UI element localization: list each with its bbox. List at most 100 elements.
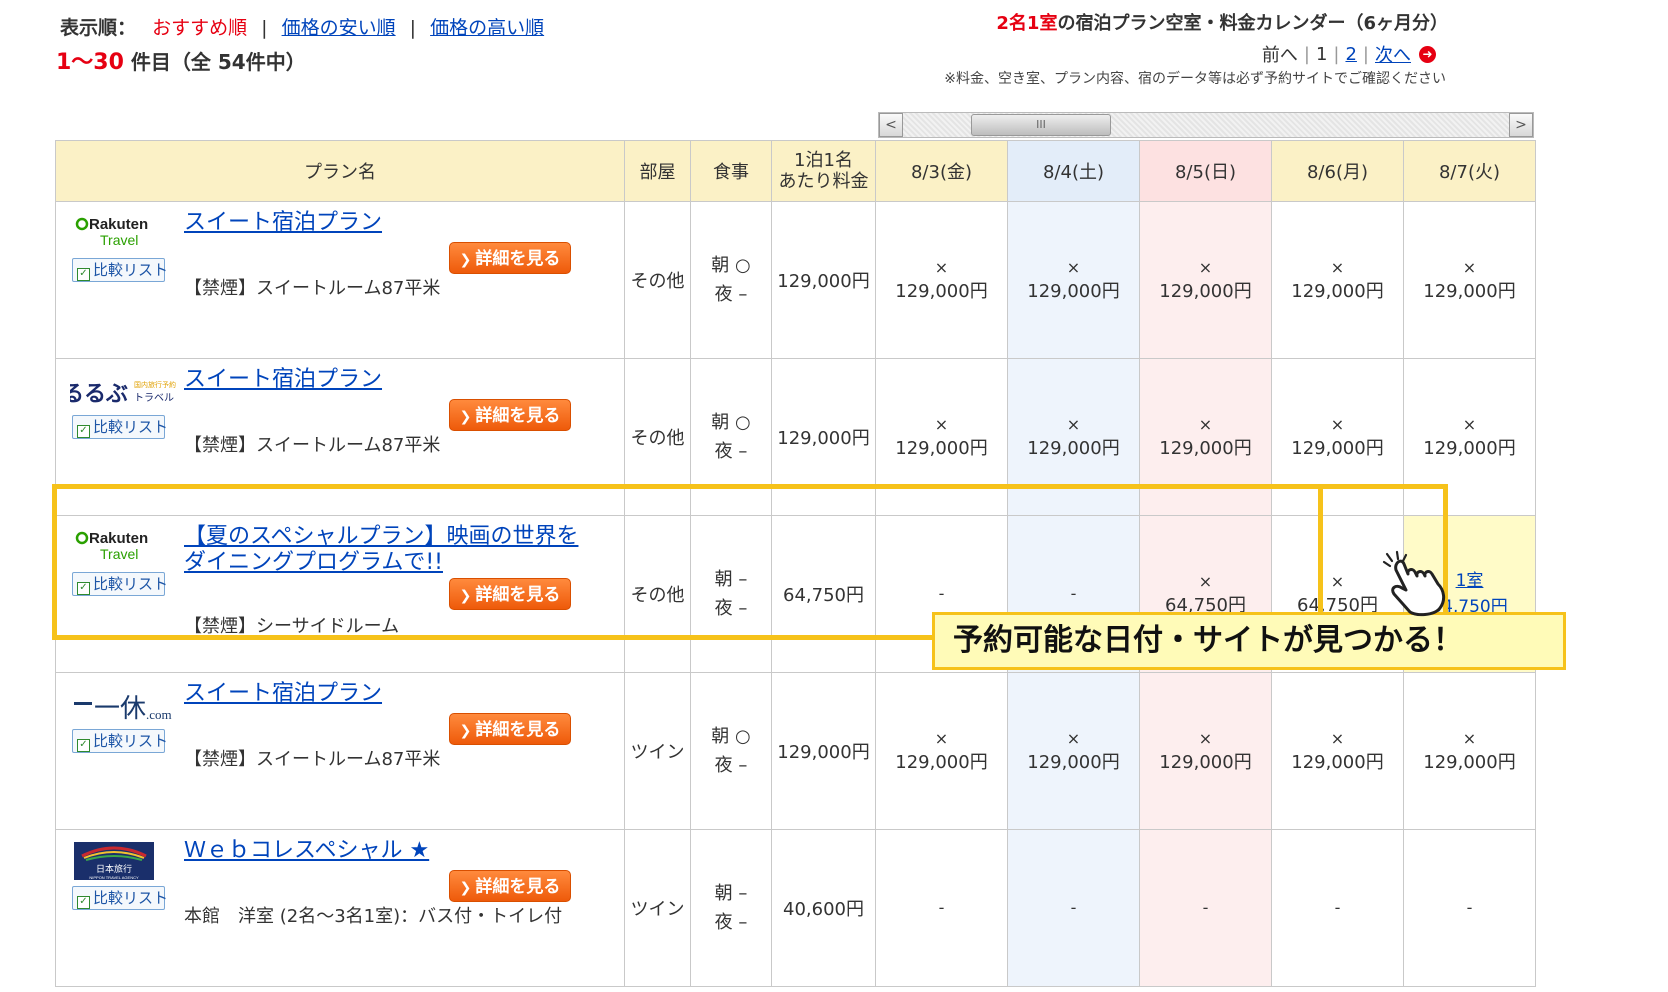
- compare-list-button[interactable]: ✓ 比較リスト: [72, 572, 169, 596]
- chevron-right-icon: ❯: [459, 409, 472, 425]
- checkbox-icon[interactable]: ✓: [77, 582, 90, 595]
- date-price: 129,000円: [1423, 281, 1516, 302]
- date-price: 129,000円: [1423, 438, 1516, 459]
- compare-list-button[interactable]: ✓ 比較リスト: [72, 729, 169, 753]
- pager-next[interactable]: 次へ: [1375, 41, 1411, 67]
- result-range: 1〜30: [56, 50, 124, 75]
- availability-mark: ×: [1462, 729, 1477, 748]
- date-cell: × 129,000円: [1007, 672, 1140, 830]
- date-cell: -: [1007, 829, 1140, 987]
- view-details-label: 詳細を見る: [475, 585, 561, 605]
- svg-text:日本旅行: 日本旅行: [96, 863, 132, 875]
- date-cell: × 129,000円: [1139, 201, 1272, 359]
- sort-price-high-link[interactable]: 価格の高い順: [430, 17, 544, 39]
- meal-info: 朝 ○ 夜 –: [690, 672, 772, 830]
- plan-cell: Rakuten Travel ✓ 比較リスト 【夏のスペシャルプラン】映画の世界を…: [55, 515, 625, 673]
- meal-breakfast: 朝 –: [714, 569, 748, 590]
- header-room: 部屋: [624, 140, 691, 202]
- scroll-right-button[interactable]: >: [1509, 113, 1533, 137]
- checkbox-icon[interactable]: ✓: [77, 896, 90, 909]
- view-details-button[interactable]: ❯ 詳細を見る: [449, 870, 571, 902]
- result-total: 件目（全 54件中）: [123, 50, 306, 74]
- compare-list-label: 比較リスト: [93, 732, 169, 750]
- date-cell: × 129,000円: [1271, 358, 1404, 516]
- date-scrollbar[interactable]: < III >: [878, 112, 1534, 138]
- plan-name-link[interactable]: Ｗｅｂコレスペシャル ★: [184, 838, 594, 864]
- room-type: ツイン: [624, 829, 691, 987]
- calendar-title-text: の宿泊プラン空室・料金カレンダー（6ヶ月分）: [1057, 13, 1448, 34]
- date-price: 129,000円: [1027, 752, 1120, 773]
- price-per-person: 64,750円: [771, 515, 876, 673]
- plan-cell: Rakuten Travel ✓ 比較リスト スイート宿泊プラン ❯ 詳細を見る 【…: [55, 201, 625, 359]
- table-row: Rakuten Travel ✓ 比較リスト スイート宿泊プラン ❯ 詳細を見る 【…: [55, 201, 1536, 359]
- header-price-line2: あたり料金: [778, 171, 869, 192]
- callout-banner: 予約可能な日付・サイトが見つかる！: [932, 612, 1566, 670]
- date-cell: × 129,000円: [1271, 201, 1404, 359]
- svg-text:国内旅行予約: 国内旅行予約: [134, 380, 176, 389]
- date-cell: -: [1139, 829, 1272, 987]
- view-details-button[interactable]: ❯ 詳細を見る: [449, 399, 571, 431]
- rakuten-travel-logo: Rakuten Travel: [75, 216, 148, 248]
- meal-info: 朝 ○ 夜 –: [690, 201, 772, 359]
- checkbox-icon[interactable]: ✓: [77, 268, 90, 281]
- date-price: 129,000円: [1291, 438, 1384, 459]
- price-per-person: 40,600円: [771, 829, 876, 987]
- meal-breakfast: 朝 ○: [711, 726, 751, 747]
- compare-list-button[interactable]: ✓ 比較リスト: [72, 258, 168, 282]
- room-description: 【禁煙】スイートルーム87平米: [184, 749, 441, 770]
- plan-cell: るるぶ 国内旅行予約 トラベル ✓ 比較リスト スイート宿泊プラン ❯ 詳細を見る …: [55, 358, 625, 516]
- meal-dinner: 夜 –: [714, 284, 748, 305]
- svg-text:トラベル: トラベル: [134, 392, 174, 404]
- separator: |: [1303, 43, 1310, 65]
- checkbox-icon[interactable]: ✓: [77, 425, 90, 438]
- view-details-button[interactable]: ❯ 詳細を見る: [449, 242, 571, 274]
- availability-mark: ×: [934, 415, 949, 434]
- meal-info: 朝 – 夜 –: [690, 515, 772, 673]
- room-type: ツイン: [624, 672, 691, 830]
- meal-info: 朝 – 夜 –: [690, 829, 772, 987]
- date-price: 129,000円: [1291, 281, 1384, 302]
- date-price: 129,000円: [1159, 438, 1252, 459]
- ikyu-logo: 一休 .com: [74, 694, 172, 723]
- availability-mark: ×: [1066, 415, 1081, 434]
- next-arrow-icon[interactable]: ➜: [1419, 45, 1436, 63]
- view-details-button[interactable]: ❯ 詳細を見る: [449, 578, 571, 610]
- compare-list-button[interactable]: ✓ 比較リスト: [72, 886, 168, 910]
- plan-name-link[interactable]: スイート宿泊プラン: [184, 210, 594, 236]
- svg-text:Rakuten: Rakuten: [89, 530, 148, 547]
- chevron-right-icon: ❯: [459, 723, 472, 739]
- room-type: その他: [624, 515, 691, 673]
- sort-price-low-link[interactable]: 価格の安い順: [282, 17, 396, 39]
- plan-name-link[interactable]: 【夏のスペシャルプラン】映画の世界をダイニングプログラムで!!: [184, 524, 594, 576]
- availability-mark: -: [1334, 898, 1341, 917]
- compare-list-button[interactable]: ✓ 比較リスト: [72, 415, 168, 439]
- scroll-thumb[interactable]: III: [971, 114, 1111, 136]
- availability-mark: ×: [1462, 415, 1477, 434]
- table-header-row: プラン名 部屋 食事 1泊1名 あたり料金 8/3(金) 8/4(土) 8/5(…: [55, 140, 1536, 202]
- availability-mark: -: [1202, 898, 1209, 917]
- header-date: 8/5(日): [1139, 140, 1272, 202]
- table-row: 一休 .com ✓ 比較リスト スイート宿泊プラン ❯ 詳細を見る 【禁煙】スイート…: [55, 672, 1536, 830]
- header-meal: 食事: [690, 140, 772, 202]
- availability-mark: ×: [1066, 258, 1081, 277]
- date-cell: × 129,000円: [875, 358, 1008, 516]
- date-cell: × 129,000円: [1403, 201, 1536, 359]
- compare-list-label: 比較リスト: [93, 575, 169, 593]
- pagination: 前へ | 1 | 2 | 次へ ➜: [1262, 41, 1436, 67]
- view-details-button[interactable]: ❯ 詳細を見る: [449, 713, 571, 745]
- checkbox-icon[interactable]: ✓: [77, 739, 90, 752]
- plan-name-link[interactable]: スイート宿泊プラン: [184, 367, 594, 393]
- header-date: 8/3(金): [875, 140, 1008, 202]
- pager-prev: 前へ: [1261, 45, 1298, 66]
- scroll-left-button[interactable]: <: [879, 113, 903, 137]
- svg-text:.com: .com: [146, 707, 172, 722]
- availability-mark: ×: [1330, 729, 1345, 748]
- availability-mark: -: [1070, 584, 1077, 603]
- availability-mark: ×: [1066, 729, 1081, 748]
- availability-mark: ×: [1330, 258, 1345, 277]
- pager-page-1: 1: [1315, 43, 1328, 65]
- svg-text:Travel: Travel: [100, 232, 138, 248]
- pager-page-2[interactable]: 2: [1345, 44, 1356, 65]
- svg-text:るるぶ: るるぶ: [70, 382, 128, 407]
- plan-name-link[interactable]: スイート宿泊プラン: [184, 681, 594, 707]
